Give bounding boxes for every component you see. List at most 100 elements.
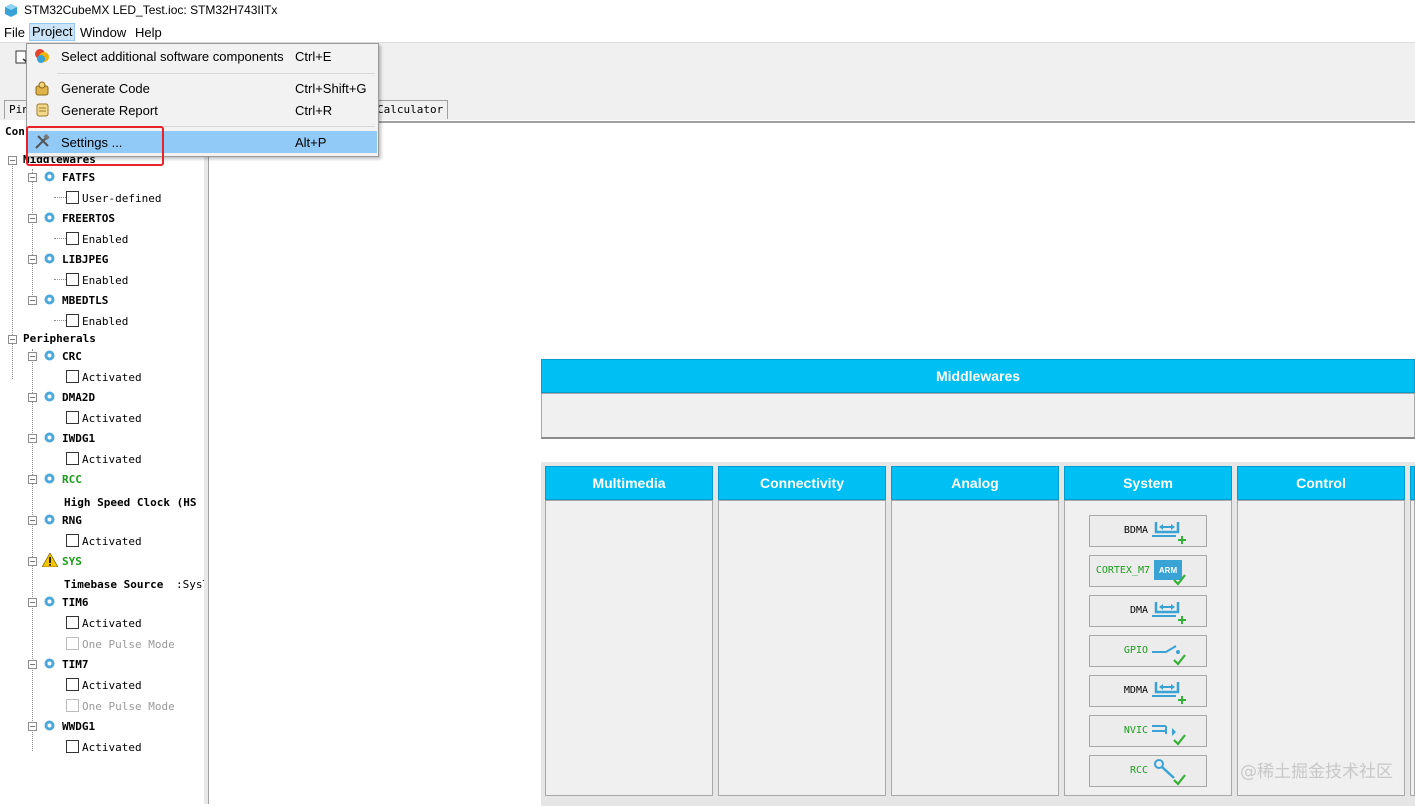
menu-project[interactable]: Project (29, 23, 76, 41)
menu-item-label: Generate Report (61, 103, 158, 118)
collapse-icon[interactable]: − (28, 516, 37, 525)
checkbox-dma2d[interactable] (66, 411, 79, 424)
menu-window[interactable]: Window (80, 25, 126, 40)
category-analog-header[interactable]: Analog (891, 466, 1059, 500)
tree-node-tim6[interactable]: TIM6 (62, 596, 89, 609)
tree-node-rcc[interactable]: RCC (62, 473, 82, 486)
gear-node-icon (44, 432, 55, 443)
collapse-icon[interactable]: − (28, 598, 37, 607)
gear-node-icon (44, 253, 55, 264)
checkbox-tim7[interactable] (66, 678, 79, 691)
tree-option-rcc-hse[interactable]: High Speed Clock (HS (64, 496, 196, 509)
collapse-icon[interactable]: − (8, 335, 17, 344)
checkbox-tim6[interactable] (66, 616, 79, 629)
peripheral-gpio-button[interactable]: GPIO (1089, 635, 1207, 667)
menu-item-shortcut: Ctrl+E (295, 49, 332, 64)
tree-node-wwdg1[interactable]: WWDG1 (62, 720, 95, 733)
tree-option-sys-timebase[interactable]: Timebase Source (64, 578, 163, 591)
collapse-icon[interactable]: − (28, 393, 37, 402)
tree-option-tim7: Activated (82, 679, 142, 692)
gear-node-icon (44, 212, 55, 223)
gear-node-icon (44, 720, 55, 731)
tree-node-sys[interactable]: SYS (62, 555, 82, 568)
checkbox-crc[interactable] (66, 370, 79, 383)
tree-option-mbedtls: Enabled (82, 315, 129, 328)
gear-node-icon (44, 294, 55, 305)
checkbox-iwdg1[interactable] (66, 452, 79, 465)
peripheral-label: GPIO (1123, 645, 1148, 656)
gear-node-icon (44, 658, 55, 669)
tree-node-libjpeg[interactable]: LIBJPEG (62, 253, 108, 266)
category-system-header[interactable]: System (1064, 466, 1232, 500)
menu-file[interactable]: File (4, 25, 25, 40)
category-multimedia-header[interactable]: Multimedia (545, 466, 713, 500)
gear-node-icon (44, 514, 55, 525)
menu-help[interactable]: Help (135, 25, 162, 40)
tree-node-mbedtls[interactable]: MBEDTLS (62, 294, 108, 307)
tree-node-freertos[interactable]: FREERTOS (62, 212, 115, 225)
tree-node-iwdg1[interactable]: IWDG1 (62, 432, 95, 445)
collapse-icon[interactable]: − (28, 660, 37, 669)
menu-item-generate-code[interactable]: Generate Code Ctrl+Shift+G (28, 77, 377, 99)
collapse-icon[interactable]: − (28, 557, 37, 566)
collapse-icon[interactable]: − (28, 173, 37, 182)
peripheral-label: CORTEX_M7 (1095, 565, 1150, 576)
menu-item-generate-report[interactable]: Generate Report Ctrl+R (28, 99, 377, 121)
peripheral-rcc-button[interactable]: RCC (1089, 755, 1207, 787)
gear-node-icon (44, 350, 55, 361)
collapse-icon[interactable]: − (28, 296, 37, 305)
tree-option-tim6: Activated (82, 617, 142, 630)
tree-node-dma2d[interactable]: DMA2D (62, 391, 95, 404)
tree-peripherals-group[interactable]: Peripherals (23, 332, 96, 345)
menu-item-label: Generate Code (61, 81, 150, 96)
peripheral-label: MDMA (1123, 685, 1148, 696)
tab-power-calculator[interactable]: Calculator (372, 100, 449, 119)
tree-node-tim7[interactable]: TIM7 (62, 658, 89, 671)
tree-node-fatfs[interactable]: FATFS (62, 171, 95, 184)
peripheral-bdma-button[interactable]: BDMA (1089, 515, 1207, 547)
category-control-header[interactable]: Control (1237, 466, 1405, 500)
peripheral-nvic-button[interactable]: NVIC (1089, 715, 1207, 747)
checkbox-libjpeg[interactable] (66, 273, 79, 286)
category-next-header-partial (1410, 466, 1415, 500)
middlewares-header[interactable]: Middlewares (541, 359, 1415, 393)
collapse-icon[interactable]: − (28, 255, 37, 264)
collapse-icon[interactable]: − (28, 352, 37, 361)
menu-item-shortcut: Ctrl+Shift+G (295, 81, 367, 96)
peripheral-label: RCC (1129, 765, 1148, 776)
arm-icon: ARM (1154, 560, 1186, 586)
gear-node-icon (44, 473, 55, 484)
checkbox-fatfs[interactable] (66, 191, 79, 204)
collapse-icon[interactable]: − (28, 434, 37, 443)
menu-item-select-components[interactable]: Select additional software components Ct… (28, 45, 377, 67)
checkbox-rng[interactable] (66, 534, 79, 547)
category-control-body (1237, 500, 1405, 796)
collapse-icon[interactable]: − (28, 722, 37, 731)
menu-item-shortcut: Ctrl+R (295, 103, 333, 118)
peripheral-mdma-button[interactable]: MDMA (1089, 675, 1207, 707)
tree-option-tim6-one-pulse: One Pulse Mode (82, 638, 175, 651)
tree-option-iwdg1: Activated (82, 453, 142, 466)
dma-add-icon (1152, 522, 1186, 544)
peripheral-dma-button[interactable]: DMA (1089, 595, 1207, 627)
checkbox-tim6-one-pulse (66, 637, 79, 650)
tree-option-wwdg1: Activated (82, 741, 142, 754)
annotation-highlight-box (26, 126, 164, 166)
checkbox-wwdg1[interactable] (66, 740, 79, 753)
tree-node-crc[interactable]: CRC (62, 350, 82, 363)
collapse-icon[interactable]: − (28, 475, 37, 484)
menu-bar: File Project Window Help (0, 22, 1415, 42)
checkbox-freertos[interactable] (66, 232, 79, 245)
tree-option-rng: Activated (82, 535, 142, 548)
collapse-icon[interactable]: − (8, 156, 17, 165)
wrench-check-icon (1154, 759, 1186, 786)
category-connectivity-header[interactable]: Connectivity (718, 466, 886, 500)
tree-option-fatfs: User-defined (82, 192, 162, 205)
generate-code-icon (35, 81, 49, 96)
collapse-icon[interactable]: − (28, 214, 37, 223)
tree-option-libjpeg: Enabled (82, 274, 129, 287)
peripheral-cortex-m7-button[interactable]: CORTEX_M7 ARM (1089, 555, 1207, 587)
checkbox-mbedtls[interactable] (66, 314, 79, 327)
watermark: @稀土掘金技术社区 (1240, 762, 1393, 782)
tree-node-rng[interactable]: RNG (62, 514, 82, 527)
